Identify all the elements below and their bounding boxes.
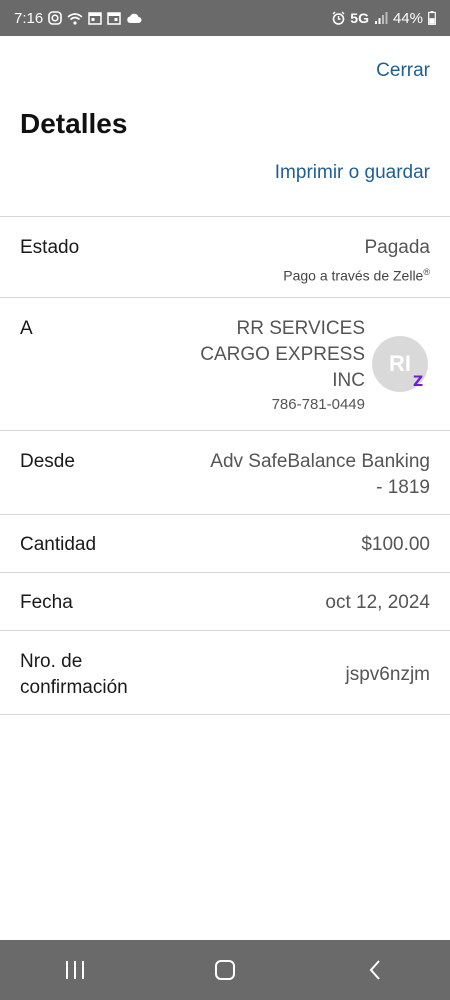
cloud-icon xyxy=(126,12,142,24)
from-label: Desde xyxy=(20,451,75,472)
recipient-row: A RR SERVICES CARGO EXPRESS INC 786-781-… xyxy=(0,297,450,430)
date-row: Fecha oct 12, 2024 xyxy=(0,572,450,630)
status-bar: 7:16 5G 44% xyxy=(0,0,450,36)
recent-apps-icon xyxy=(66,961,84,979)
back-icon xyxy=(369,960,380,980)
signal-icon xyxy=(374,12,388,24)
date-label: Fecha xyxy=(20,592,73,613)
recipient-phone: 786-781-0449 xyxy=(271,396,365,413)
divider xyxy=(0,714,450,715)
close-button[interactable]: Cerrar xyxy=(376,60,430,82)
recipient-name: RR SERVICES CARGO EXPRESS INC xyxy=(200,318,365,391)
payment-method: Pago a través de Zelle® xyxy=(283,267,430,284)
network-type: 5G xyxy=(350,10,369,26)
status-label: Estado xyxy=(20,237,80,258)
zelle-badge-icon: Z xyxy=(413,374,424,390)
amount-value: $100.00 xyxy=(361,534,430,555)
date-value: oct 12, 2024 xyxy=(325,592,430,613)
wifi-icon xyxy=(67,12,83,25)
status-row: Estado Pagada Pago a través de Zelle® xyxy=(0,216,450,297)
clock: 7:16 xyxy=(14,9,44,27)
confirmation-row: Nro. de confirmación jspv6nzjm xyxy=(0,630,450,714)
recipient-label: A xyxy=(20,318,33,339)
alarm-icon xyxy=(332,11,345,25)
calendar-icon xyxy=(88,11,102,25)
home-button[interactable] xyxy=(195,950,255,990)
page-title: Detalles xyxy=(20,108,128,139)
recent-apps-button[interactable] xyxy=(45,950,105,990)
amount-row: Cantidad $100.00 xyxy=(0,514,450,572)
battery-icon xyxy=(428,11,436,25)
battery-level: 44% xyxy=(392,9,423,27)
calendar-icon xyxy=(107,11,121,25)
from-account-value: Adv SafeBalance Banking - 1819 xyxy=(210,451,430,498)
back-button[interactable] xyxy=(345,950,405,990)
amount-label: Cantidad xyxy=(20,534,97,555)
from-account-row: Desde Adv SafeBalance Banking - 1819 xyxy=(0,430,450,514)
confirmation-label: Nro. de confirmación xyxy=(20,651,128,698)
confirmation-value: jspv6nzjm xyxy=(345,664,430,685)
instagram-icon xyxy=(48,11,63,25)
print-or-save-button[interactable]: Imprimir o guardar xyxy=(275,162,430,184)
navigation-bar xyxy=(0,940,450,1000)
home-icon xyxy=(215,960,235,980)
status-value: Pagada xyxy=(364,237,430,258)
